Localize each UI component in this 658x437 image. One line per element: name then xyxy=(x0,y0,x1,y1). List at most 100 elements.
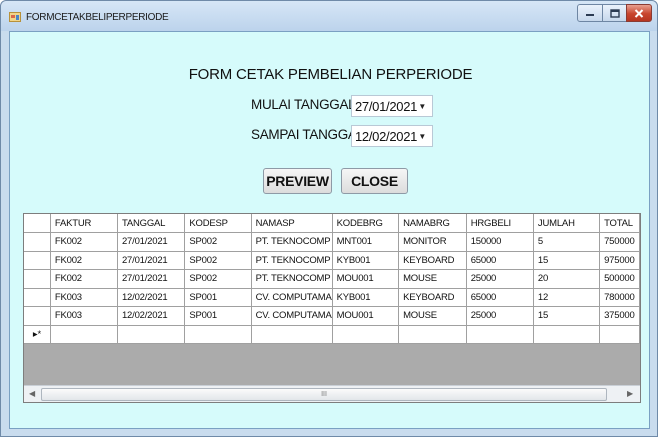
table-cell[interactable]: PT. TEKNOCOMP xyxy=(251,232,333,252)
table-cell[interactable]: MOUSE xyxy=(398,306,467,326)
table-cell[interactable]: 27/01/2021 xyxy=(117,232,186,252)
row-header[interactable] xyxy=(24,251,51,270)
window-title: FORMCETAKBELIPERPERIODE xyxy=(26,12,169,23)
table-cell[interactable]: 15 xyxy=(533,306,601,326)
table-cell[interactable]: 65000 xyxy=(466,251,534,270)
column-header[interactable]: KODEBRG xyxy=(332,214,400,233)
new-row-marker[interactable]: ▸* xyxy=(24,325,51,344)
column-header[interactable]: HRGBELI xyxy=(466,214,534,233)
start-date-value: 27/01/2021 xyxy=(355,98,418,114)
table-cell[interactable]: PT. TEKNOCOMP xyxy=(251,269,333,289)
column-header[interactable]: NAMABRG xyxy=(398,214,467,233)
table-cell[interactable]: KEYBOARD xyxy=(398,251,467,270)
table-cell[interactable] xyxy=(50,325,118,344)
table-cell[interactable]: 20 xyxy=(533,269,601,289)
table-cell[interactable] xyxy=(533,325,601,344)
table-cell[interactable]: SP002 xyxy=(184,232,252,252)
table-cell[interactable]: FK003 xyxy=(50,306,118,326)
table-cell[interactable]: SP002 xyxy=(184,269,252,289)
table-cell[interactable] xyxy=(599,325,640,344)
table-cell[interactable]: FK003 xyxy=(50,288,118,307)
chevron-down-icon[interactable]: ▼ xyxy=(418,132,426,141)
column-header[interactable]: KODESP xyxy=(184,214,252,233)
table-cell[interactable]: 25000 xyxy=(466,269,534,289)
scroll-right-icon[interactable]: ▶ xyxy=(627,389,633,398)
table-cell[interactable]: 12 xyxy=(533,288,601,307)
table-cell[interactable]: 5 xyxy=(533,232,601,252)
table-row[interactable]: FK002 27/01/2021 SP002 PT. TEKNOCOMP MOU… xyxy=(24,269,640,289)
table-cell[interactable]: SP001 xyxy=(184,306,252,326)
row-header[interactable] xyxy=(24,288,51,307)
table-cell[interactable]: 12/02/2021 xyxy=(117,288,186,307)
table-cell[interactable]: SP002 xyxy=(184,251,252,270)
table-cell[interactable]: FK002 xyxy=(50,232,118,252)
horizontal-scrollbar[interactable]: ◀ III ▶ xyxy=(24,385,640,402)
table-cell[interactable] xyxy=(466,325,534,344)
column-header[interactable]: FAKTUR xyxy=(50,214,118,233)
data-grid[interactable]: FAKTUR TANGGAL KODESP NAMASP KODEBRG NAM… xyxy=(23,213,641,403)
scroll-grip: III xyxy=(321,391,327,398)
chevron-down-icon[interactable]: ▼ xyxy=(418,102,426,111)
table-cell[interactable]: FK002 xyxy=(50,251,118,270)
page-title: FORM CETAK PEMBELIAN PERPERIODE xyxy=(188,66,473,83)
maximize-button[interactable] xyxy=(602,4,627,22)
row-header-corner[interactable] xyxy=(24,214,51,233)
row-header[interactable] xyxy=(24,232,51,252)
table-cell[interactable]: MOU001 xyxy=(332,269,400,289)
new-row[interactable]: ▸* xyxy=(24,325,640,344)
table-cell[interactable]: 750000 xyxy=(599,232,640,252)
column-header[interactable]: NAMASP xyxy=(251,214,333,233)
table-cell[interactable]: 150000 xyxy=(466,232,534,252)
start-date-label: MULAI TANGGAL xyxy=(251,97,356,112)
table-cell[interactable]: 27/01/2021 xyxy=(117,269,186,289)
table-cell[interactable]: FK002 xyxy=(50,269,118,289)
table-cell[interactable]: CV. COMPUTAMA xyxy=(251,306,333,326)
table-cell[interactable]: 500000 xyxy=(599,269,640,289)
table-cell[interactable] xyxy=(251,325,333,344)
row-header[interactable] xyxy=(24,269,51,289)
table-cell[interactable]: KEYBOARD xyxy=(398,288,467,307)
start-date-picker[interactable]: 27/01/2021 ▼ xyxy=(351,95,433,117)
close-button[interactable]: CLOSE xyxy=(341,168,408,194)
table-cell[interactable]: MONITOR xyxy=(398,232,467,252)
table-row[interactable]: FK003 12/02/2021 SP001 CV. COMPUTAMA MOU… xyxy=(24,306,640,326)
column-header[interactable]: TANGGAL xyxy=(117,214,186,233)
table-cell[interactable]: SP001 xyxy=(184,288,252,307)
table-cell[interactable]: MOUSE xyxy=(398,269,467,289)
table-cell[interactable]: 375000 xyxy=(599,306,640,326)
table-cell[interactable]: 27/01/2021 xyxy=(117,251,186,270)
table-cell[interactable]: 12/02/2021 xyxy=(117,306,186,326)
table-cell[interactable]: 975000 xyxy=(599,251,640,270)
title-bar[interactable]: FORMCETAKBELIPERPERIODE xyxy=(1,1,657,31)
table-row[interactable]: FK003 12/02/2021 SP001 CV. COMPUTAMA KYB… xyxy=(24,288,640,307)
table-cell[interactable]: MOU001 xyxy=(332,306,400,326)
minimize-button[interactable] xyxy=(577,4,603,22)
purchase-table: FAKTUR TANGGAL KODESP NAMASP KODEBRG NAM… xyxy=(24,214,640,344)
column-header[interactable]: JUMLAH xyxy=(533,214,601,233)
table-cell[interactable]: 780000 xyxy=(599,288,640,307)
table-cell[interactable] xyxy=(332,325,400,344)
table-cell[interactable]: 25000 xyxy=(466,306,534,326)
table-cell[interactable]: KYB001 xyxy=(332,288,400,307)
table-cell[interactable]: KYB001 xyxy=(332,251,400,270)
table-row[interactable]: FK002 27/01/2021 SP002 PT. TEKNOCOMP KYB… xyxy=(24,251,640,270)
scroll-left-icon[interactable]: ◀ xyxy=(29,389,35,398)
table-cell[interactable]: 65000 xyxy=(466,288,534,307)
preview-button[interactable]: PREVIEW xyxy=(263,168,332,194)
close-window-button[interactable] xyxy=(626,4,652,22)
minimize-icon xyxy=(586,14,594,16)
table-row[interactable]: FK002 27/01/2021 SP002 PT. TEKNOCOMP MNT… xyxy=(24,232,640,252)
table-cell[interactable] xyxy=(398,325,467,344)
end-date-picker[interactable]: 12/02/2021 ▼ xyxy=(351,125,433,147)
maximize-icon xyxy=(609,8,620,18)
close-icon xyxy=(634,8,644,18)
table-cell[interactable] xyxy=(184,325,252,344)
table-cell[interactable]: PT. TEKNOCOMP xyxy=(251,251,333,270)
table-cell[interactable]: MNT001 xyxy=(332,232,400,252)
table-cell[interactable] xyxy=(117,325,186,344)
table-cell[interactable]: CV. COMPUTAMA xyxy=(251,288,333,307)
column-header[interactable]: TOTAL xyxy=(599,214,640,233)
table-cell[interactable]: 15 xyxy=(533,251,601,270)
scroll-thumb[interactable]: III xyxy=(41,388,607,401)
row-header[interactable] xyxy=(24,306,51,326)
